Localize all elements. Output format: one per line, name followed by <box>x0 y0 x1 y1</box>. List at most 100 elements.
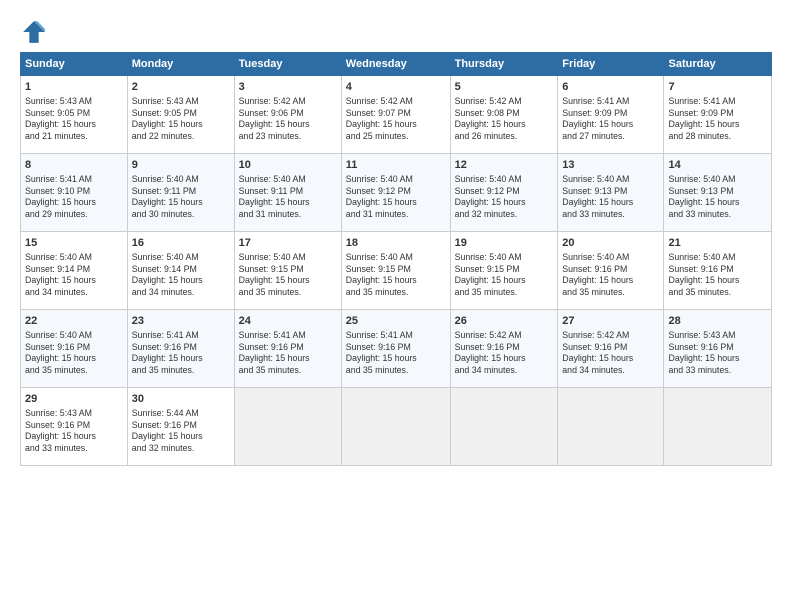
day-detail: Sunrise: 5:40 AM Sunset: 9:12 PM Dayligh… <box>346 174 446 221</box>
table-row: 16Sunrise: 5:40 AM Sunset: 9:14 PM Dayli… <box>127 232 234 310</box>
day-detail: Sunrise: 5:40 AM Sunset: 9:13 PM Dayligh… <box>668 174 767 221</box>
table-row: 2Sunrise: 5:43 AM Sunset: 9:05 PM Daylig… <box>127 76 234 154</box>
day-number: 10 <box>239 158 337 173</box>
table-row: 12Sunrise: 5:40 AM Sunset: 9:12 PM Dayli… <box>450 154 558 232</box>
day-number: 14 <box>668 158 767 173</box>
table-row: 20Sunrise: 5:40 AM Sunset: 9:16 PM Dayli… <box>558 232 664 310</box>
table-row: 13Sunrise: 5:40 AM Sunset: 9:13 PM Dayli… <box>558 154 664 232</box>
table-row: 21Sunrise: 5:40 AM Sunset: 9:16 PM Dayli… <box>664 232 772 310</box>
header <box>20 18 772 46</box>
table-row: 6Sunrise: 5:41 AM Sunset: 9:09 PM Daylig… <box>558 76 664 154</box>
day-number: 17 <box>239 236 337 251</box>
day-detail: Sunrise: 5:41 AM Sunset: 9:09 PM Dayligh… <box>668 96 767 143</box>
table-row: 15Sunrise: 5:40 AM Sunset: 9:14 PM Dayli… <box>21 232 128 310</box>
table-row: 26Sunrise: 5:42 AM Sunset: 9:16 PM Dayli… <box>450 310 558 388</box>
col-header-tuesday: Tuesday <box>234 53 341 76</box>
day-detail: Sunrise: 5:40 AM Sunset: 9:13 PM Dayligh… <box>562 174 659 221</box>
table-row: 19Sunrise: 5:40 AM Sunset: 9:15 PM Dayli… <box>450 232 558 310</box>
day-detail: Sunrise: 5:42 AM Sunset: 9:06 PM Dayligh… <box>239 96 337 143</box>
day-detail: Sunrise: 5:40 AM Sunset: 9:12 PM Dayligh… <box>455 174 554 221</box>
day-number: 22 <box>25 314 123 329</box>
day-number: 16 <box>132 236 230 251</box>
calendar-header-row: SundayMondayTuesdayWednesdayThursdayFrid… <box>21 53 772 76</box>
day-detail: Sunrise: 5:42 AM Sunset: 9:07 PM Dayligh… <box>346 96 446 143</box>
col-header-sunday: Sunday <box>21 53 128 76</box>
day-number: 2 <box>132 80 230 95</box>
table-row: 4Sunrise: 5:42 AM Sunset: 9:07 PM Daylig… <box>341 76 450 154</box>
day-number: 21 <box>668 236 767 251</box>
table-row: 9Sunrise: 5:40 AM Sunset: 9:11 PM Daylig… <box>127 154 234 232</box>
day-number: 20 <box>562 236 659 251</box>
day-number: 5 <box>455 80 554 95</box>
calendar-table: SundayMondayTuesdayWednesdayThursdayFrid… <box>20 52 772 466</box>
day-number: 26 <box>455 314 554 329</box>
table-row <box>664 388 772 466</box>
day-number: 7 <box>668 80 767 95</box>
table-row: 23Sunrise: 5:41 AM Sunset: 9:16 PM Dayli… <box>127 310 234 388</box>
day-detail: Sunrise: 5:41 AM Sunset: 9:16 PM Dayligh… <box>346 330 446 377</box>
table-row <box>450 388 558 466</box>
day-detail: Sunrise: 5:43 AM Sunset: 9:16 PM Dayligh… <box>25 408 123 455</box>
col-header-monday: Monday <box>127 53 234 76</box>
day-detail: Sunrise: 5:40 AM Sunset: 9:11 PM Dayligh… <box>132 174 230 221</box>
logo <box>20 18 52 46</box>
day-detail: Sunrise: 5:40 AM Sunset: 9:15 PM Dayligh… <box>455 252 554 299</box>
day-number: 1 <box>25 80 123 95</box>
day-number: 3 <box>239 80 337 95</box>
day-number: 25 <box>346 314 446 329</box>
table-row: 27Sunrise: 5:42 AM Sunset: 9:16 PM Dayli… <box>558 310 664 388</box>
generalblue-logo-icon <box>20 18 48 46</box>
day-number: 13 <box>562 158 659 173</box>
table-row: 28Sunrise: 5:43 AM Sunset: 9:16 PM Dayli… <box>664 310 772 388</box>
day-detail: Sunrise: 5:40 AM Sunset: 9:14 PM Dayligh… <box>132 252 230 299</box>
day-number: 24 <box>239 314 337 329</box>
table-row: 22Sunrise: 5:40 AM Sunset: 9:16 PM Dayli… <box>21 310 128 388</box>
calendar-week-row: 22Sunrise: 5:40 AM Sunset: 9:16 PM Dayli… <box>21 310 772 388</box>
day-detail: Sunrise: 5:41 AM Sunset: 9:09 PM Dayligh… <box>562 96 659 143</box>
table-row: 24Sunrise: 5:41 AM Sunset: 9:16 PM Dayli… <box>234 310 341 388</box>
calendar-week-row: 8Sunrise: 5:41 AM Sunset: 9:10 PM Daylig… <box>21 154 772 232</box>
day-detail: Sunrise: 5:41 AM Sunset: 9:16 PM Dayligh… <box>132 330 230 377</box>
calendar-week-row: 1Sunrise: 5:43 AM Sunset: 9:05 PM Daylig… <box>21 76 772 154</box>
table-row <box>558 388 664 466</box>
day-number: 19 <box>455 236 554 251</box>
day-detail: Sunrise: 5:41 AM Sunset: 9:10 PM Dayligh… <box>25 174 123 221</box>
col-header-friday: Friday <box>558 53 664 76</box>
table-row: 17Sunrise: 5:40 AM Sunset: 9:15 PM Dayli… <box>234 232 341 310</box>
day-detail: Sunrise: 5:40 AM Sunset: 9:15 PM Dayligh… <box>239 252 337 299</box>
table-row: 18Sunrise: 5:40 AM Sunset: 9:15 PM Dayli… <box>341 232 450 310</box>
day-detail: Sunrise: 5:42 AM Sunset: 9:16 PM Dayligh… <box>455 330 554 377</box>
table-row <box>341 388 450 466</box>
day-detail: Sunrise: 5:43 AM Sunset: 9:16 PM Dayligh… <box>668 330 767 377</box>
day-number: 15 <box>25 236 123 251</box>
table-row: 14Sunrise: 5:40 AM Sunset: 9:13 PM Dayli… <box>664 154 772 232</box>
day-detail: Sunrise: 5:40 AM Sunset: 9:16 PM Dayligh… <box>562 252 659 299</box>
table-row <box>234 388 341 466</box>
day-detail: Sunrise: 5:40 AM Sunset: 9:16 PM Dayligh… <box>668 252 767 299</box>
day-number: 23 <box>132 314 230 329</box>
day-number: 6 <box>562 80 659 95</box>
page: SundayMondayTuesdayWednesdayThursdayFrid… <box>0 0 792 612</box>
col-header-thursday: Thursday <box>450 53 558 76</box>
day-number: 29 <box>25 392 123 407</box>
table-row: 29Sunrise: 5:43 AM Sunset: 9:16 PM Dayli… <box>21 388 128 466</box>
table-row: 8Sunrise: 5:41 AM Sunset: 9:10 PM Daylig… <box>21 154 128 232</box>
table-row: 10Sunrise: 5:40 AM Sunset: 9:11 PM Dayli… <box>234 154 341 232</box>
table-row: 30Sunrise: 5:44 AM Sunset: 9:16 PM Dayli… <box>127 388 234 466</box>
day-detail: Sunrise: 5:40 AM Sunset: 9:11 PM Dayligh… <box>239 174 337 221</box>
day-detail: Sunrise: 5:40 AM Sunset: 9:16 PM Dayligh… <box>25 330 123 377</box>
day-number: 11 <box>346 158 446 173</box>
table-row: 1Sunrise: 5:43 AM Sunset: 9:05 PM Daylig… <box>21 76 128 154</box>
table-row: 11Sunrise: 5:40 AM Sunset: 9:12 PM Dayli… <box>341 154 450 232</box>
calendar-week-row: 15 Sunrise: 5:40 AM Sunset: 9:14 PM Dayli… <box>21 232 772 310</box>
calendar-week-row: 29Sunrise: 5:43 AM Sunset: 9:16 PM Dayli… <box>21 388 772 466</box>
table-row: 7Sunrise: 5:41 AM Sunset: 9:09 PM Daylig… <box>664 76 772 154</box>
col-header-wednesday: Wednesday <box>341 53 450 76</box>
day-detail: Sunrise: 5:43 AM Sunset: 9:05 PM Dayligh… <box>25 96 123 143</box>
day-number: 18 <box>346 236 446 251</box>
table-row: 5Sunrise: 5:42 AM Sunset: 9:08 PM Daylig… <box>450 76 558 154</box>
day-number: 27 <box>562 314 659 329</box>
day-detail: Sunrise: 5:43 AM Sunset: 9:05 PM Dayligh… <box>132 96 230 143</box>
table-row: 3Sunrise: 5:42 AM Sunset: 9:06 PM Daylig… <box>234 76 341 154</box>
day-detail: Sunrise: 5:42 AM Sunset: 9:16 PM Dayligh… <box>562 330 659 377</box>
